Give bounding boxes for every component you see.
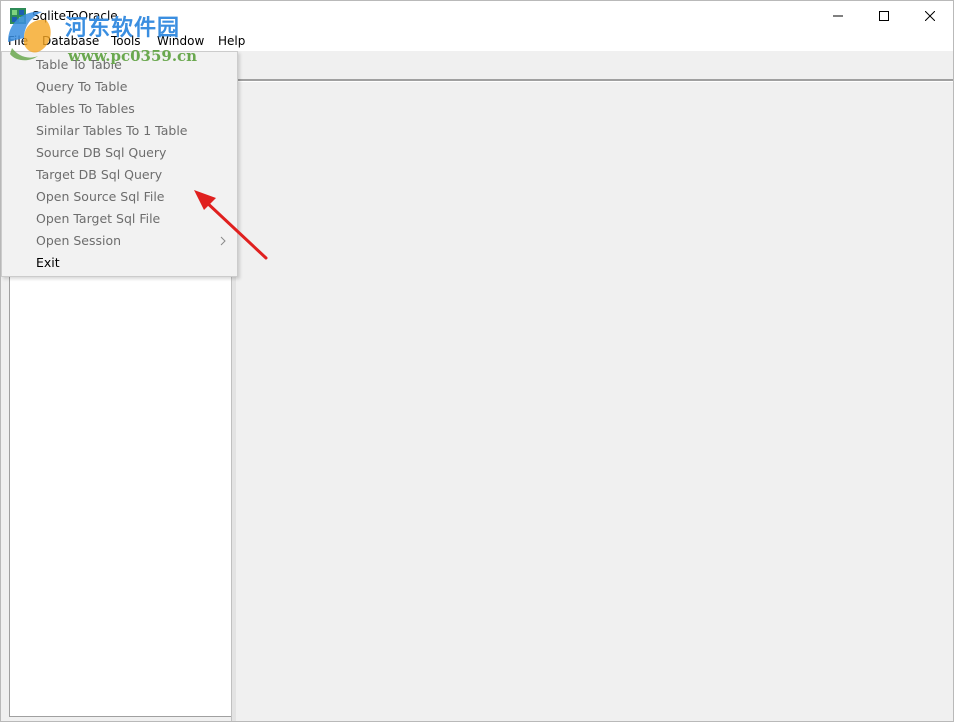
maximize-icon	[879, 11, 889, 21]
menu-tools[interactable]: Tools	[111, 34, 141, 48]
close-icon	[925, 11, 935, 21]
minimize-button[interactable]	[815, 1, 861, 31]
minimize-icon	[833, 15, 843, 17]
menu-item-table-to-table[interactable]: Table To Table	[36, 57, 122, 72]
menu-window[interactable]: Window	[157, 34, 204, 48]
menu-item-open-source-sql-file[interactable]: Open Source Sql File	[36, 189, 165, 204]
app-icon	[10, 8, 26, 24]
menu-item-exit[interactable]: Exit	[36, 255, 60, 270]
connection-tree[interactable]	[9, 275, 233, 717]
menu-bar: File Database Tools Window Help	[1, 31, 953, 51]
toolbar-divider	[237, 79, 953, 82]
panel-splitter[interactable]	[231, 275, 236, 721]
menu-help[interactable]: Help	[218, 34, 245, 48]
menu-item-target-db-sql-query[interactable]: Target DB Sql Query	[36, 167, 162, 182]
menu-item-similar-tables[interactable]: Similar Tables To 1 Table	[36, 123, 188, 138]
title-bar[interactable]: SqliteToOracle	[1, 1, 953, 31]
menu-file[interactable]: File	[8, 34, 28, 48]
menu-item-tables-to-tables[interactable]: Tables To Tables	[36, 101, 135, 116]
mdi-client-area	[237, 53, 953, 721]
menu-item-open-target-sql-file[interactable]: Open Target Sql File	[36, 211, 160, 226]
red-arrow-icon	[194, 190, 268, 260]
window-title: SqliteToOracle	[32, 9, 118, 23]
close-button[interactable]	[907, 1, 953, 31]
menu-item-query-to-table[interactable]: Query To Table	[36, 79, 127, 94]
maximize-button[interactable]	[861, 1, 907, 31]
menu-database[interactable]: Database	[42, 34, 99, 48]
menu-item-source-db-sql-query[interactable]: Source DB Sql Query	[36, 145, 166, 160]
menu-item-open-session[interactable]: Open Session	[36, 233, 121, 248]
